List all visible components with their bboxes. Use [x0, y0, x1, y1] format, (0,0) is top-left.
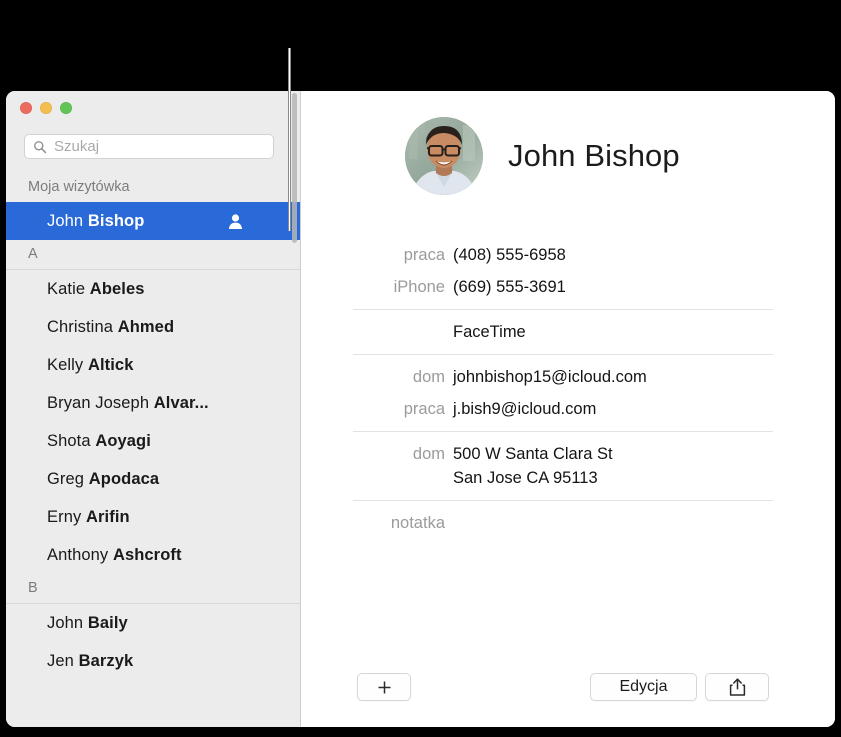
given-name: Bryan Joseph — [47, 393, 154, 412]
contact-fields: praca (408) 555-6958 iPhone (669) 555-3691 F… — [301, 239, 835, 539]
contact-name-label: Erny Arifin — [47, 508, 130, 527]
sidebar: Moja wizytówka John Bishop A Katie Abeles Ch… — [6, 91, 301, 727]
detail-toolbar: Edycja — [301, 661, 835, 727]
field-value[interactable]: j.bish9@icloud.com — [453, 397, 596, 421]
field-label: notatka — [390, 514, 445, 532]
field-value[interactable]: (408) 555-6958 — [453, 243, 566, 267]
contacts-window: Moja wizytówka John Bishop A Katie Abeles Ch… — [6, 91, 835, 727]
contact-name-label: John Bishop — [47, 212, 144, 231]
contact-field-row[interactable]: dom 500 W Santa Clara St San Jose CA 9511… — [301, 438, 835, 494]
contact-field-row[interactable]: praca j.bish9@icloud.com — [301, 393, 835, 425]
search-input[interactable] — [54, 138, 265, 155]
contact-name-label: Christina Ahmed — [47, 318, 174, 337]
contact-row[interactable]: Shota Aoyagi — [6, 422, 300, 460]
window-controls — [20, 102, 72, 114]
sidebar-scrollbar[interactable] — [292, 93, 297, 243]
contact-header: John Bishop — [301, 91, 835, 221]
contact-name-label: Jen Barzyk — [47, 652, 133, 671]
contact-row[interactable]: Bryan Joseph Alvar... — [6, 384, 300, 422]
given-name: Erny — [47, 507, 87, 526]
contact-row[interactable]: Kelly Altick — [6, 346, 300, 384]
family-name: Baily — [87, 613, 128, 632]
family-name: Bishop — [87, 211, 145, 230]
contact-name-label: Greg Apodaca — [47, 470, 159, 489]
given-name: Greg — [47, 469, 89, 488]
minimize-button[interactable] — [40, 102, 52, 114]
maximize-button[interactable] — [60, 102, 72, 114]
contact-row[interactable]: Anthony Ashcroft — [6, 536, 300, 574]
contact-row[interactable]: Erny Arifin — [6, 498, 300, 536]
group-header: A — [6, 240, 300, 270]
contact-row[interactable]: Katie Abeles — [6, 270, 300, 308]
field-value[interactable]: (669) 555-3691 — [453, 275, 566, 299]
plus-icon — [378, 681, 390, 693]
given-name: Christina — [47, 317, 118, 336]
edit-button[interactable]: Edycja — [590, 673, 697, 701]
given-name: Anthony — [47, 545, 113, 564]
family-name: Apodaca — [88, 469, 160, 488]
contact-name-label: Shota Aoyagi — [47, 432, 151, 451]
contact-row-selected[interactable]: John Bishop — [6, 202, 300, 240]
search-icon — [34, 140, 47, 153]
contact-detail-pane: John Bishop praca (408) 555-6958 iPhone (66… — [301, 91, 835, 727]
contact-row[interactable]: John Baily — [6, 604, 300, 642]
given-name: John — [47, 211, 88, 230]
share-icon — [729, 678, 745, 696]
contact-name-label: Kelly Altick — [47, 356, 134, 375]
family-name: Alvar... — [153, 393, 209, 412]
contact-name-label: Anthony Ashcroft — [47, 546, 182, 565]
family-name: Arifin — [86, 507, 130, 526]
family-name: Ahmed — [117, 317, 175, 336]
family-name: Ashcroft — [112, 545, 182, 564]
family-name: Aoyagi — [95, 431, 151, 450]
contact-field-row[interactable]: dom johnbishop15@icloud.com — [301, 361, 835, 393]
family-name: Abeles — [89, 279, 145, 298]
contact-row[interactable]: Greg Apodaca — [6, 460, 300, 498]
field-separator — [353, 500, 773, 501]
field-label: praca — [403, 246, 445, 264]
contact-field-row[interactable]: iPhone (669) 555-3691 — [301, 271, 835, 303]
field-value[interactable]: 500 W Santa Clara St San Jose CA 95113 — [453, 442, 613, 490]
contact-list[interactable]: Moja wizytówka John Bishop A Katie Abeles Ch… — [6, 173, 300, 727]
field-value[interactable]: johnbishop15@icloud.com — [453, 365, 647, 389]
given-name: Shota — [47, 431, 96, 450]
contact-field-row[interactable]: praca (408) 555-6958 — [301, 239, 835, 271]
contact-name: John Bishop — [508, 138, 680, 173]
field-label: dom — [412, 445, 445, 463]
avatar[interactable] — [405, 117, 483, 195]
field-label: praca — [403, 400, 445, 418]
given-name: Jen — [47, 651, 79, 670]
contact-row[interactable]: Jen Barzyk — [6, 642, 300, 680]
family-name: Barzyk — [78, 651, 134, 670]
field-value[interactable]: FaceTime — [453, 320, 526, 344]
contact-field-row[interactable]: FaceTime — [301, 316, 835, 348]
field-separator — [353, 309, 773, 310]
field-separator — [353, 431, 773, 432]
contact-photo — [405, 117, 483, 195]
contact-row[interactable]: Christina Ahmed — [6, 308, 300, 346]
contact-name-label: Bryan Joseph Alvar... — [47, 394, 209, 413]
contact-field-row[interactable]: notatka — [301, 507, 835, 539]
given-name: Kelly — [47, 355, 88, 374]
add-contact-button[interactable] — [357, 673, 411, 701]
contact-name-label: John Baily — [47, 614, 128, 633]
given-name: John — [47, 613, 88, 632]
given-name: Katie — [47, 279, 90, 298]
share-button[interactable] — [705, 673, 769, 701]
field-separator — [353, 354, 773, 355]
group-header: Moja wizytówka — [28, 179, 130, 195]
group-header: B — [6, 574, 300, 604]
field-label: iPhone — [393, 278, 445, 296]
field-label: dom — [412, 368, 445, 386]
contact-name-label: Katie Abeles — [47, 280, 145, 299]
search-field[interactable] — [24, 134, 274, 159]
callout-line — [288, 48, 291, 231]
family-name: Altick — [87, 355, 134, 374]
person-icon — [228, 213, 243, 229]
close-button[interactable] — [20, 102, 32, 114]
